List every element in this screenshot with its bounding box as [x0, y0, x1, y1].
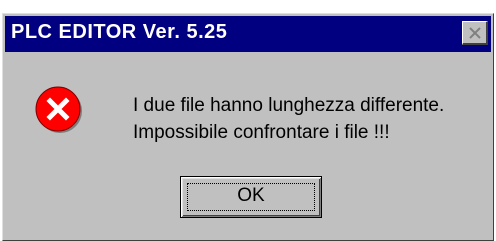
error-dialog: PLC EDITOR Ver. 5.25 I due file hanno lu…: [2, 13, 494, 241]
message-line-1: I due file hanno lunghezza differente.: [133, 95, 445, 116]
message-text: I due file hanno lunghezza differente. I…: [133, 92, 444, 146]
ok-button[interactable]: OK: [180, 176, 322, 218]
close-icon: [469, 27, 481, 39]
ok-button-label: OK: [237, 185, 265, 206]
window-title: PLC EDITOR Ver. 5.25: [11, 21, 228, 43]
message-line-2: Impossibile confrontare i file !!!: [133, 122, 390, 143]
close-button[interactable]: [462, 21, 488, 45]
title-bar[interactable]: PLC EDITOR Ver. 5.25: [5, 16, 491, 52]
error-icon: [35, 86, 82, 133]
